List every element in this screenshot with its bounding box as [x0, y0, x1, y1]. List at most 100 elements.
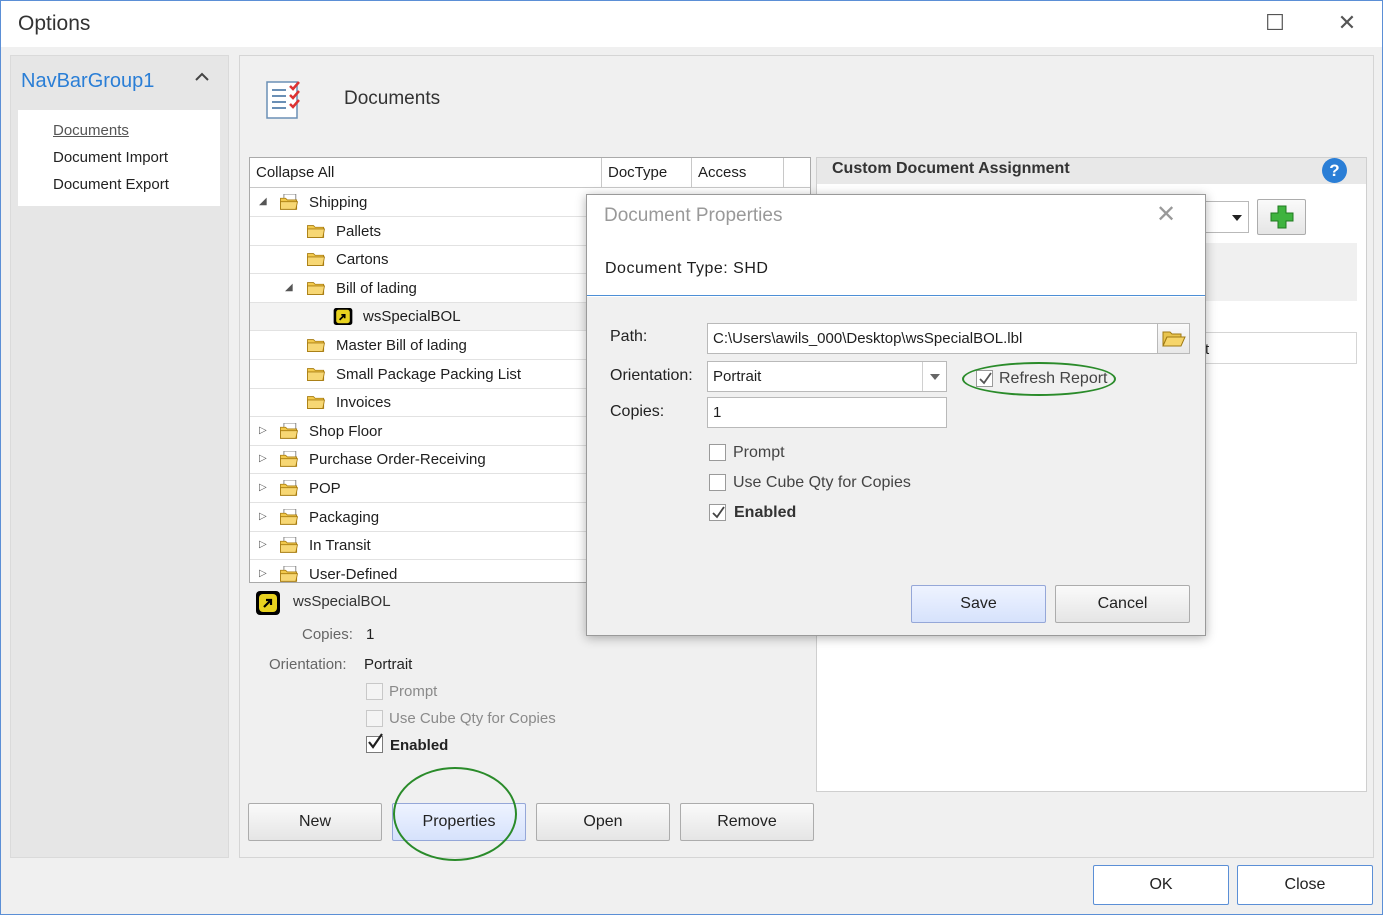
expand-down-icon[interactable]: ◢: [259, 196, 267, 207]
path-field[interactable]: C:\Users\awils_000\Desktop\wsSpecialBOL.…: [707, 323, 1158, 354]
expand-right-icon[interactable]: ▷: [259, 482, 267, 493]
tree-row[interactable]: ◢ Bill of lading: [250, 275, 586, 303]
dialog-close-icon[interactable]: ✕: [1156, 200, 1176, 229]
tree-row[interactable]: ▷ POP: [250, 475, 586, 503]
tree-row[interactable]: ▷ Packaging: [250, 504, 586, 532]
tree-row[interactable]: Small Package Packing List: [250, 361, 586, 389]
folder-icon: [307, 225, 326, 238]
folder-stack-icon: [280, 423, 299, 439]
help-icon[interactable]: ?: [1322, 158, 1347, 183]
tree-row[interactable]: ▷ Shop Floor: [250, 418, 586, 446]
enabled-checkbox[interactable]: [709, 504, 726, 521]
assignment-grid-header: [1205, 332, 1357, 364]
column-access[interactable]: Access: [692, 158, 784, 187]
close-button[interactable]: Close: [1237, 865, 1373, 905]
tree-row[interactable]: ▷ Purchase Order-Receiving: [250, 446, 586, 474]
nav-item-documents[interactable]: Documents: [53, 122, 129, 139]
detail-enabled-checkbox: [366, 733, 383, 753]
detail-copies-value: 1: [366, 626, 375, 643]
close-icon[interactable]: ✕: [1327, 8, 1367, 38]
tree-row-label: POP: [309, 480, 341, 497]
folder-open-icon: [1162, 331, 1186, 347]
check-icon: [712, 506, 725, 519]
use-cube-label: Use Cube Qty for Copies: [733, 474, 911, 491]
copies-field[interactable]: 1: [707, 397, 947, 428]
column-doctype[interactable]: DocType: [602, 158, 692, 187]
refresh-highlight-ellipse: [962, 362, 1116, 396]
add-icon: [1270, 205, 1294, 229]
folder-stack-icon: [280, 566, 299, 582]
tree-row[interactable]: Master Bill of lading: [250, 332, 586, 360]
tree-header: Collapse All DocType Access: [250, 158, 810, 188]
folder-stack-icon: [280, 480, 299, 496]
tree-row[interactable]: Invoices: [250, 389, 586, 417]
tree-row-label: Bill of lading: [336, 280, 417, 297]
detail-name: wsSpecialBOL: [293, 593, 391, 610]
column-collapse-all[interactable]: Collapse All: [250, 158, 602, 187]
tree-row-label: In Transit: [309, 537, 371, 554]
detail-enabled-label: Enabled: [390, 737, 449, 754]
tree-row-label: User-Defined: [309, 566, 398, 583]
tree-row[interactable]: Cartons: [250, 246, 586, 274]
prompt-checkbox[interactable]: [709, 444, 726, 461]
expand-right-icon[interactable]: ▷: [259, 453, 267, 464]
nav-group-title[interactable]: NavBarGroup1: [21, 70, 154, 93]
use-cube-checkbox[interactable]: [709, 474, 726, 491]
orientation-dropdown-button[interactable]: [922, 362, 946, 391]
page-title: Documents: [344, 88, 441, 109]
tree-row-label: Pallets: [336, 223, 382, 240]
tree-row[interactable]: ◢ Shipping: [250, 189, 586, 217]
browse-button[interactable]: [1157, 323, 1190, 354]
expand-right-icon[interactable]: ▷: [259, 425, 267, 436]
assignment-dropdown[interactable]: [1205, 201, 1249, 233]
tree-row[interactable]: Pallets: [250, 218, 586, 246]
dropdown-arrow-icon: [1232, 215, 1242, 221]
expand-right-icon[interactable]: ▷: [259, 568, 267, 579]
dialog-title: Document Properties: [604, 205, 783, 226]
folder-icon: [307, 368, 326, 381]
folder-icon: [307, 282, 326, 295]
orientation-select[interactable]: Portrait: [707, 361, 947, 392]
detail-prompt-checkbox: [366, 683, 383, 700]
maximize-icon[interactable]: ☐: [1255, 8, 1295, 38]
tree-row[interactable]: ▷ In Transit: [250, 532, 586, 560]
path-label: Path:: [610, 328, 648, 345]
ok-button[interactable]: OK: [1093, 865, 1229, 905]
detail-use-cube-label: Use Cube Qty for Copies: [389, 710, 556, 727]
new-button[interactable]: New: [248, 803, 382, 841]
detail-prompt-label: Prompt: [389, 683, 438, 700]
folder-stack-icon: [280, 509, 299, 525]
custom-assignment-title: Custom Document Assignment: [832, 160, 1070, 177]
folder-icon: [307, 253, 326, 266]
enabled-label: Enabled: [734, 504, 797, 521]
open-button[interactable]: Open: [536, 803, 670, 841]
tree-row-label: Purchase Order-Receiving: [309, 451, 486, 468]
detail-orientation-value: Portrait: [364, 656, 413, 673]
remove-button[interactable]: Remove: [680, 803, 814, 841]
title-bar: [1, 1, 1382, 47]
expand-down-icon[interactable]: ◢: [285, 282, 293, 293]
expand-right-icon[interactable]: ▷: [259, 539, 267, 550]
cancel-button[interactable]: Cancel: [1055, 585, 1190, 623]
label-doc-icon: [256, 591, 280, 615]
chevron-up-icon[interactable]: [193, 68, 211, 92]
nav-item-document-import[interactable]: Document Import: [53, 149, 168, 166]
dialog-doc-type: Document Type: SHD: [605, 260, 769, 277]
tree-row[interactable]: wsSpecialBOL: [250, 303, 586, 331]
nav-item-document-export[interactable]: Document Export: [53, 176, 169, 193]
assignment-toolbar: [1205, 243, 1357, 301]
tree-row-label: Small Package Packing List: [336, 366, 522, 383]
tree-row-label: Cartons: [336, 251, 389, 268]
tree-row-label: Shipping: [309, 194, 368, 211]
expand-right-icon[interactable]: ▷: [259, 511, 267, 522]
orientation-value: Portrait: [713, 368, 762, 385]
add-assignment-button[interactable]: [1257, 199, 1306, 235]
save-button[interactable]: Save: [911, 585, 1046, 623]
folder-icon: [307, 339, 326, 352]
orientation-label: Orientation:: [610, 367, 693, 384]
properties-highlight-ellipse: [393, 767, 517, 861]
tree-row-label: Packaging: [309, 509, 380, 526]
prompt-label: Prompt: [733, 444, 785, 461]
folder-stack-icon: [280, 537, 299, 553]
detail-copies-label: Copies:: [302, 626, 353, 643]
